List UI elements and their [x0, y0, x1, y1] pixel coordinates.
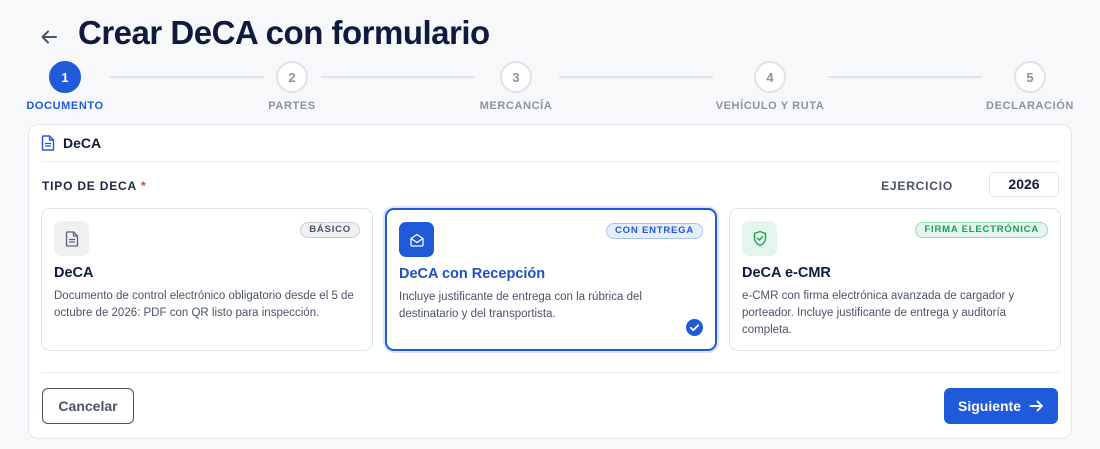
stepper: 1 2 3 4 5 DOCUMENTO PARTES MERCANCÍA VEH…	[0, 58, 1100, 118]
ejercicio-input[interactable]: 2026	[989, 172, 1059, 197]
divider	[41, 161, 1059, 162]
option-title: DeCA	[54, 265, 94, 281]
option-description: e-CMR con firma electrónica avanzada de …	[742, 290, 1015, 336]
step-2-label: PARTES	[268, 100, 316, 112]
required-mark: *	[140, 179, 147, 193]
deca-type-label-text: TIPO DE DECA	[42, 179, 137, 193]
card-title: DeCA	[63, 135, 102, 151]
ejercicio-label: EJERCICIO	[881, 179, 953, 193]
option-description: Incluye justificante de entrega con la r…	[399, 291, 642, 320]
step-2-circle[interactable]: 2	[276, 61, 308, 93]
option-card-deca[interactable]: BÁSICO DeCA Documento de control electró…	[41, 208, 373, 351]
envelope-open-icon	[409, 233, 424, 247]
option-title: DeCA e-CMR	[742, 265, 831, 281]
option-icon-box	[742, 221, 777, 256]
badge-basico: BÁSICO	[300, 222, 360, 238]
page-title: Crear DeCA con formulario	[78, 14, 490, 51]
step-1-circle[interactable]: 1	[49, 61, 81, 93]
option-card-deca-ecmr[interactable]: FIRMA ELECTRÓNICA DeCA e-CMR e-CMR con f…	[729, 208, 1061, 351]
option-icon-box	[399, 222, 434, 257]
option-icon-box	[54, 221, 89, 256]
step-5-circle[interactable]: 5	[1014, 61, 1046, 93]
divider	[41, 372, 1059, 373]
document-icon	[65, 230, 78, 247]
arrow-right-icon	[1029, 400, 1043, 412]
step-connector	[110, 76, 264, 78]
step-connector	[559, 76, 713, 78]
document-icon	[41, 135, 55, 151]
step-1-label: DOCUMENTO	[26, 100, 104, 112]
badge-con-entrega: CON ENTREGA	[606, 223, 703, 239]
check-circle-icon	[686, 319, 703, 336]
step-3-circle[interactable]: 3	[500, 61, 532, 93]
option-card-deca-recepcion[interactable]: CON ENTREGA DeCA con Recepción Incluye j…	[385, 208, 717, 351]
deca-type-label: TIPO DE DECA *	[42, 179, 146, 193]
step-5-label: DECLARACIÓN	[986, 100, 1074, 112]
shield-check-icon	[753, 230, 766, 247]
card-header: DeCA	[41, 135, 101, 151]
step-connector	[828, 76, 982, 78]
step-4-label: VEHÍCULO Y RUTA	[715, 100, 825, 112]
cancel-button[interactable]: Cancelar	[42, 388, 134, 424]
option-title: DeCA con Recepción	[399, 266, 546, 282]
step-3-label: MERCANCÍA	[479, 100, 553, 112]
back-button[interactable]	[38, 26, 60, 48]
step-connector	[321, 76, 475, 78]
arrow-left-icon	[41, 30, 57, 44]
badge-firma-electronica: FIRMA ELECTRÓNICA	[915, 222, 1048, 238]
next-button-label: Siguiente	[957, 398, 1021, 414]
option-description: Documento de control electrónico obligat…	[54, 290, 354, 319]
next-button[interactable]: Siguiente	[944, 388, 1058, 424]
form-card: DeCA TIPO DE DECA * EJERCICIO 2026 BÁSICO…	[28, 124, 1072, 439]
step-4-circle[interactable]: 4	[754, 61, 786, 93]
